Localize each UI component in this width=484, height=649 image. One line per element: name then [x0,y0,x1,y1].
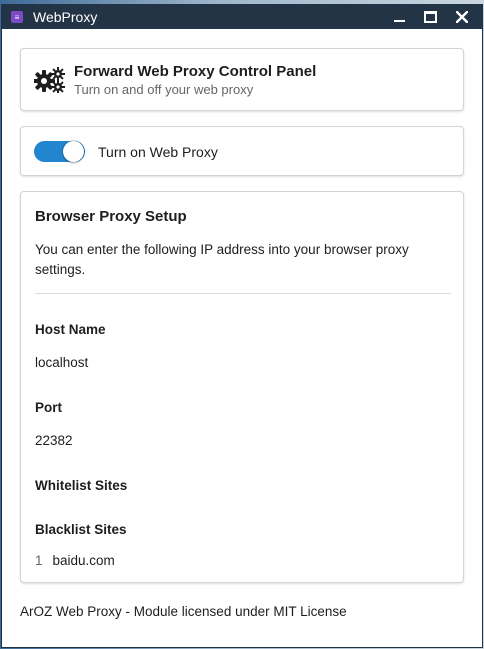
minimize-icon [393,19,405,22]
window-title: WebProxy [33,9,98,25]
webproxy-app-icon: ≡ [11,11,23,23]
panel-title: Forward Web Proxy Control Panel [74,63,317,80]
blacklist-item: 1 baidu.com [35,553,115,568]
blacklist-item-site: baidu.com [52,553,115,568]
host-name-label: Host Name [35,322,106,337]
control-panel-header: Forward Web Proxy Control Panel Turn on … [20,48,464,111]
setup-title: Browser Proxy Setup [35,208,187,225]
divider [35,293,451,294]
window-content: Forward Web Proxy Control Panel Turn on … [2,29,482,647]
gears-icon [33,67,66,94]
minimize-button[interactable] [384,5,414,29]
blacklist-item-number: 1 [35,553,43,568]
port-label: Port [35,400,62,415]
maximize-button[interactable] [415,5,445,29]
close-button[interactable] [447,5,477,29]
port-value: 22382 [35,433,73,448]
close-icon [456,11,468,23]
panel-subtitle: Turn on and off your web proxy [74,82,254,97]
blacklist-label: Blacklist Sites [35,522,127,537]
host-name-value: localhost [35,355,89,370]
proxy-toggle-card: Turn on Web Proxy [20,126,464,176]
browser-proxy-setup-card: Browser Proxy Setup You can enter the fo… [20,191,464,583]
setup-description: You can enter the following IP address i… [35,242,409,277]
whitelist-label: Whitelist Sites [35,478,128,493]
toggle-knob [63,141,84,162]
title-bar[interactable]: ≡ WebProxy [2,5,482,29]
web-proxy-toggle[interactable] [34,141,85,162]
toggle-label[interactable]: Turn on Web Proxy [98,144,218,160]
license-footer: ArOZ Web Proxy - Module licensed under M… [20,604,347,619]
webproxy-window: ≡ WebProxy Forward Web Proxy Control Pan… [2,5,482,647]
maximize-icon [423,11,437,23]
